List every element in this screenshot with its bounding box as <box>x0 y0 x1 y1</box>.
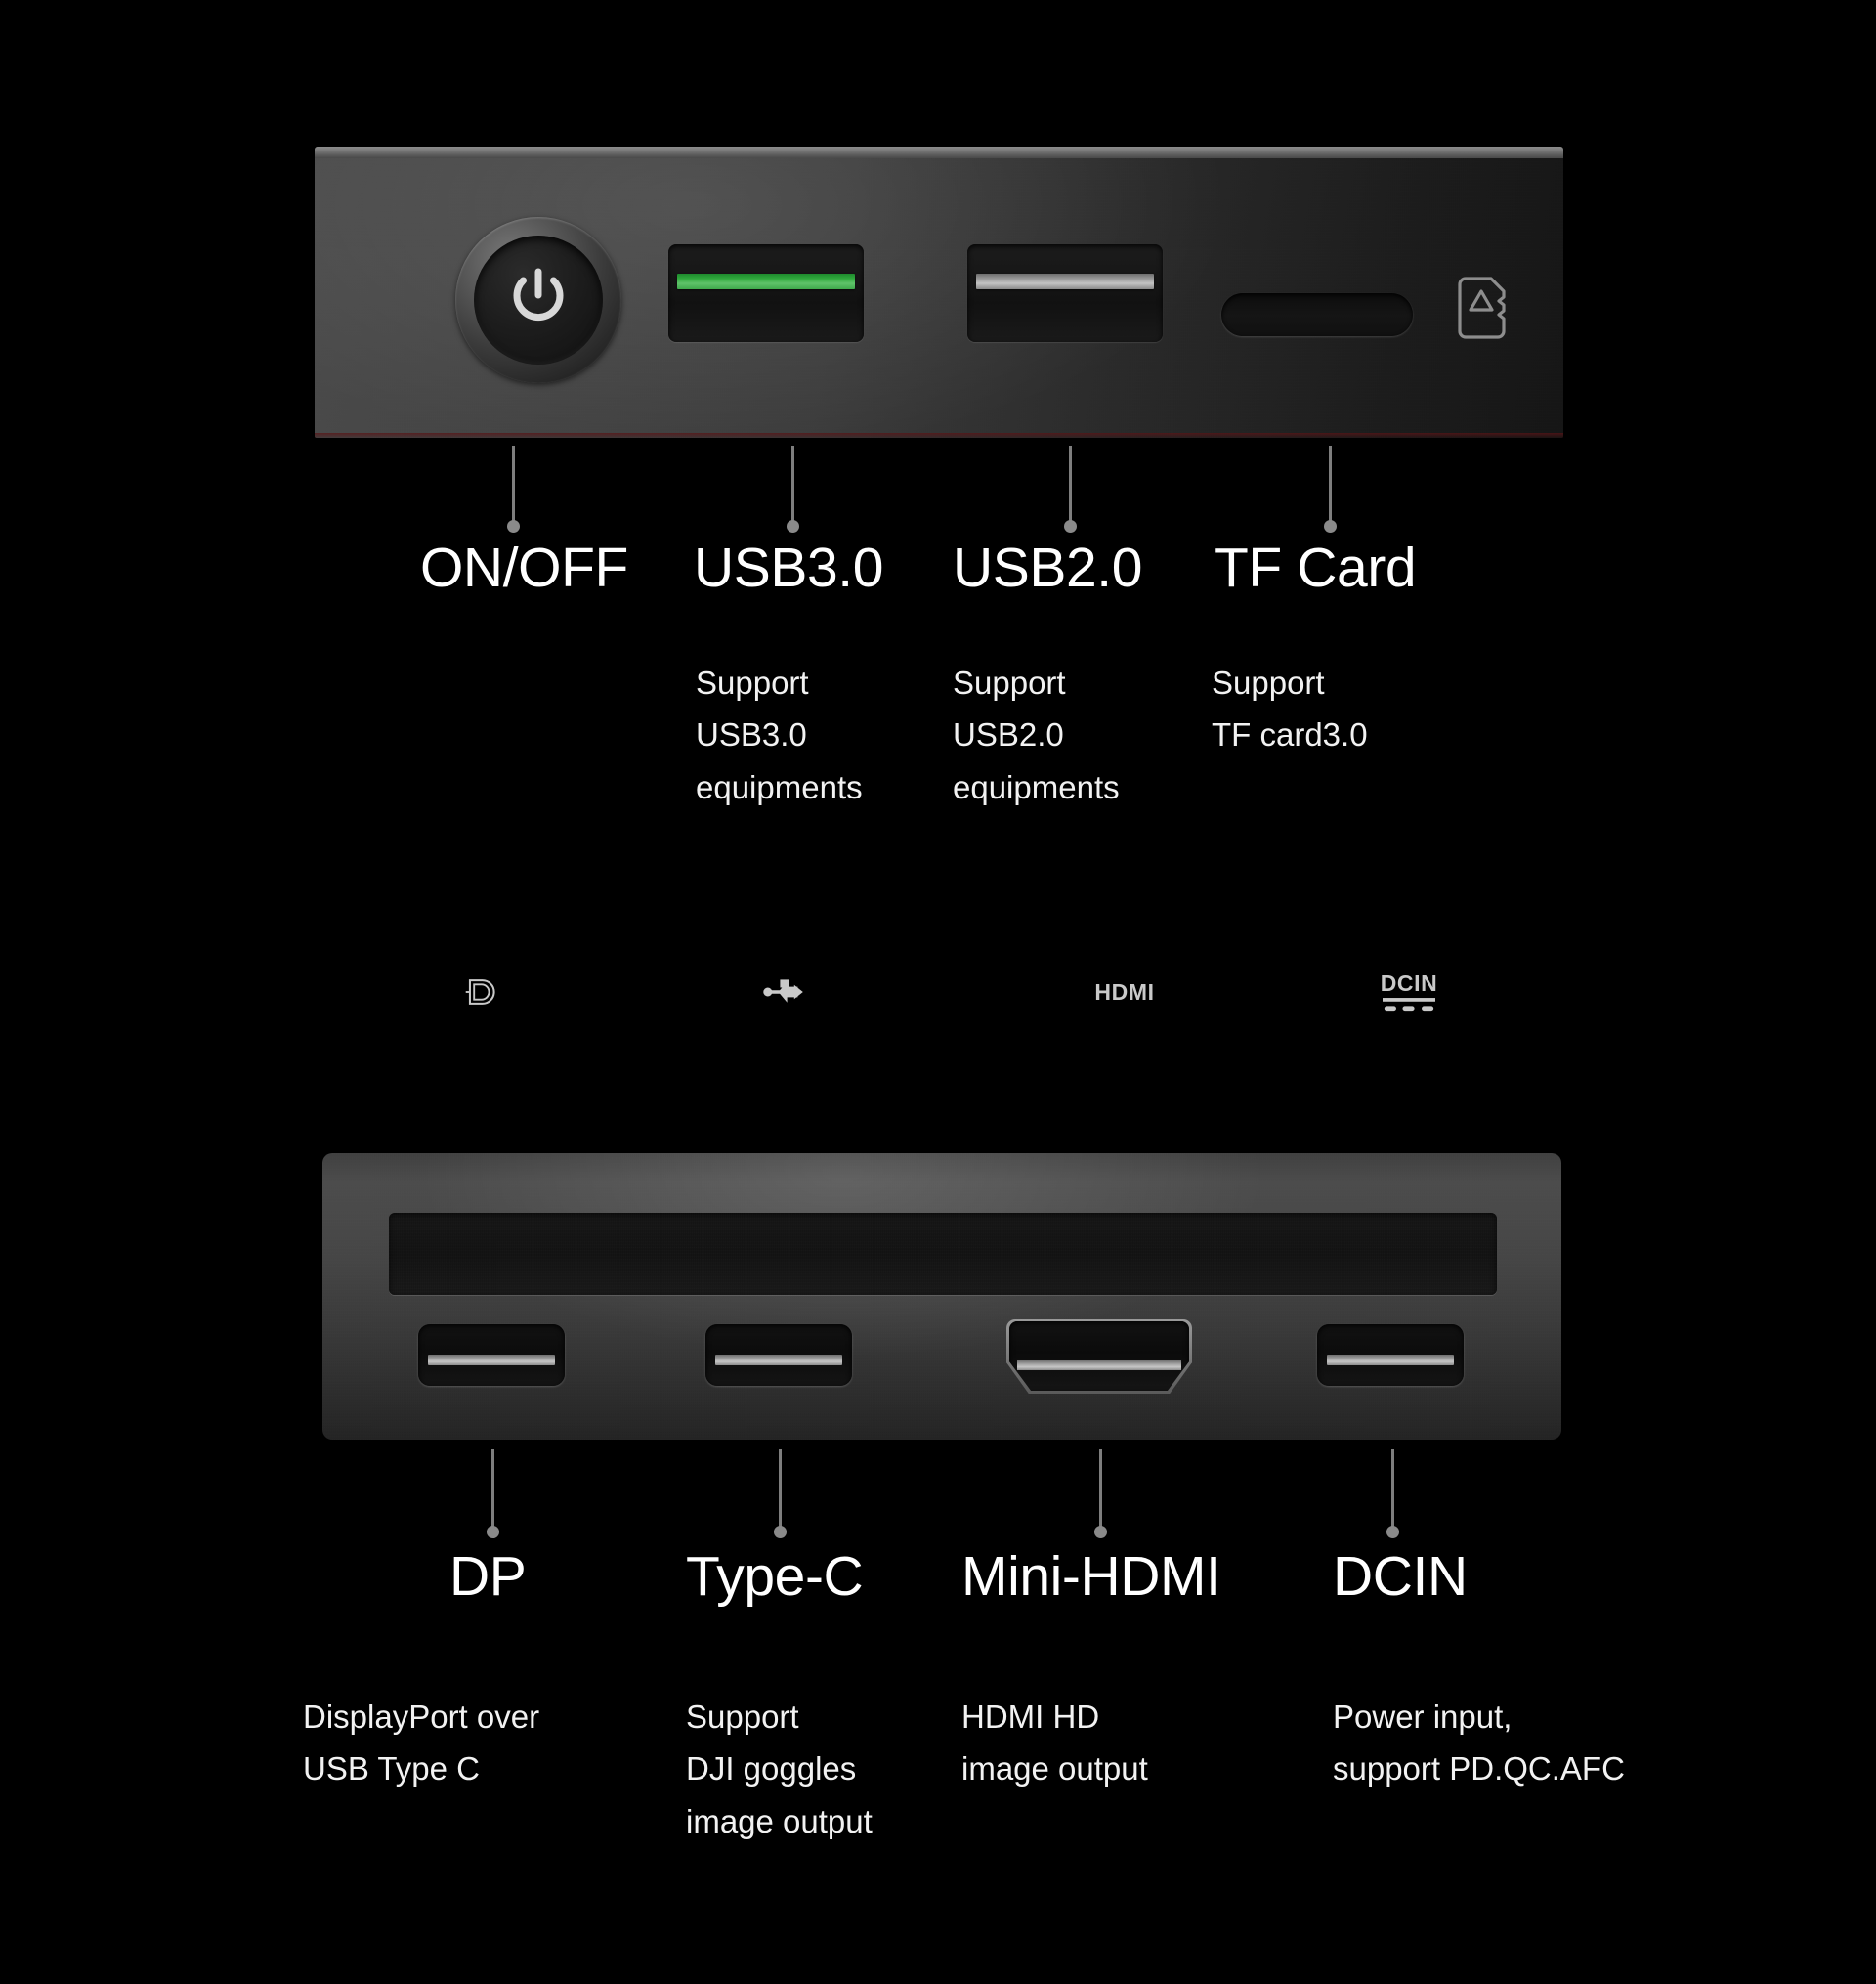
typec-port-bar <box>715 1355 842 1365</box>
usb-trident-icon <box>763 979 803 1003</box>
usb3-port[interactable] <box>668 244 864 342</box>
leader-line-usb2 <box>1069 446 1072 526</box>
usb3-tongue <box>677 274 855 289</box>
dcin-port[interactable] <box>1317 1324 1464 1386</box>
leader-line-dp <box>491 1449 494 1531</box>
tf-card-slot[interactable] <box>1221 293 1413 336</box>
front-panel-top-bevel <box>315 147 1563 158</box>
hdmi-port[interactable] <box>1009 1321 1189 1391</box>
dp-port[interactable] <box>418 1324 565 1386</box>
callout-label-minihdmi: Mini-HDMI <box>961 1545 1221 1608</box>
leader-dot-usb2 <box>1064 520 1077 533</box>
dcin-mark: DCIN <box>1370 967 1448 1017</box>
leader-dot-dcin <box>1386 1526 1399 1538</box>
hdmi-mark: HDMI <box>1081 970 1169 1014</box>
displayport-icon <box>465 979 495 1005</box>
callout-label-typec: Type-C <box>686 1545 864 1608</box>
leader-line-hdmi <box>1099 1449 1102 1531</box>
dcin-port-bar <box>1327 1355 1454 1365</box>
typec-port[interactable] <box>705 1324 852 1386</box>
usb2-port[interactable] <box>967 244 1163 342</box>
leader-line-usb3 <box>791 446 794 526</box>
displayport-mark <box>459 970 502 1014</box>
front-panel-bottom-edge <box>315 433 1563 438</box>
callout-desc-minihdmi: HDMI HD image output <box>961 1699 1148 1788</box>
callout-label-usb2: USB2.0 <box>953 537 1143 599</box>
hdmi-mark-text: HDMI <box>1094 978 1155 1005</box>
callout-desc-dcin: Power input, support PD.QC.AFC <box>1333 1699 1625 1788</box>
callout-label-tfcard: TF Card <box>1215 537 1417 599</box>
leader-line-dcin <box>1391 1449 1394 1531</box>
leader-dot-tfcard <box>1324 520 1337 533</box>
dcin-connector-icon <box>1383 997 1435 1011</box>
callout-desc-usb3: Support USB3.0 equipments <box>696 665 863 805</box>
callout-desc-dp: DisplayPort over USB Type C <box>303 1699 540 1788</box>
usb-mark <box>760 970 807 1014</box>
leader-dot-usb3 <box>787 520 799 533</box>
leader-line-tfcard <box>1329 446 1332 526</box>
leader-dot-typec <box>774 1526 787 1538</box>
usb2-tongue <box>976 274 1154 289</box>
callout-label-onoff: ON/OFF <box>420 537 628 599</box>
power-icon <box>513 268 564 322</box>
callout-desc-usb2: Support USB2.0 equipments <box>953 665 1120 805</box>
dp-port-bar <box>428 1355 555 1365</box>
leader-dot-hdmi <box>1094 1526 1107 1538</box>
callout-label-usb3: USB3.0 <box>694 537 884 599</box>
microsd-card-icon <box>1458 277 1506 339</box>
dcin-mark-text: DCIN <box>1380 970 1438 996</box>
callout-desc-tfcard: Support TF card3.0 <box>1212 665 1368 754</box>
leader-dot-dp <box>487 1526 499 1538</box>
power-button-inner <box>474 236 603 365</box>
callout-label-dcin: DCIN <box>1333 1545 1468 1608</box>
power-button[interactable] <box>455 217 621 383</box>
callout-label-dp: DP <box>449 1545 527 1608</box>
callout-desc-typec: Support DJI goggles image output <box>686 1699 873 1839</box>
rear-io-panel-body <box>322 1153 1561 1440</box>
leader-dot-onoff <box>507 520 520 533</box>
product-io-diagram: ON/OFF USB3.0 USB2.0 TF Card Support USB… <box>0 0 1876 1984</box>
hdmi-port-bar <box>1017 1360 1181 1370</box>
rear-port-label-strip <box>389 1213 1497 1295</box>
leader-line-onoff <box>512 446 515 526</box>
leader-line-typec <box>779 1449 782 1531</box>
